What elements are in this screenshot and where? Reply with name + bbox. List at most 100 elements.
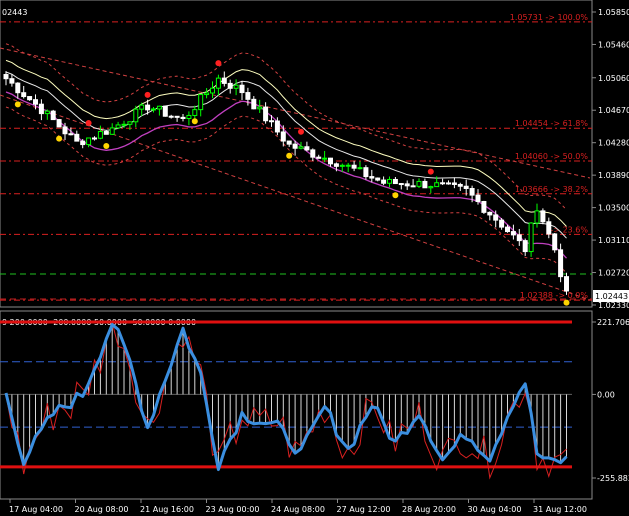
candle-body (392, 178, 398, 185)
candle-body (139, 104, 145, 110)
price-axis: 1.05850 1.05460 1.05060 1.04670 1.04280 1.038… (592, 8, 629, 310)
time-tick-label: 27 Aug 12:00 (337, 505, 391, 514)
candle-body (546, 221, 552, 235)
time-tick-label: 30 Aug 04:00 (468, 505, 522, 514)
candle-body (174, 115, 180, 118)
candle-body (109, 127, 115, 135)
candle-body (493, 214, 499, 221)
price-tick-label: 1.03110 (598, 236, 629, 245)
candle-body (387, 178, 392, 184)
candle-body (375, 177, 381, 181)
candle-body (333, 163, 339, 167)
time-tick-label: 17 Aug 04:00 (9, 505, 63, 514)
candle-body (564, 276, 569, 292)
indicator-panel[interactable] (0, 310, 593, 500)
candle-body (274, 120, 280, 133)
candle-body (534, 210, 540, 224)
price-tick-label: 1.02330 (598, 301, 629, 310)
buy-signal-dot (563, 299, 570, 306)
candle-body (487, 211, 493, 216)
fib-label: 1.04060 -> 50.0% (515, 152, 589, 161)
candle-body (516, 234, 522, 242)
candle-body (463, 185, 469, 189)
candle-body (151, 108, 156, 111)
candle-body (145, 104, 151, 111)
candle-body (510, 231, 516, 236)
price-tick-label: 1.05850 (598, 8, 629, 17)
candle-body (398, 183, 404, 186)
symbol-label: 02443 (2, 8, 27, 17)
candle-body (56, 119, 62, 128)
candle-body (505, 226, 510, 233)
time-axis: 17 Aug 04:00 20 Aug 08:00 21 Aug 16:00 23 A… (9, 499, 587, 514)
candle-body (298, 146, 304, 149)
candle-body (168, 115, 174, 118)
candle-body (410, 185, 416, 188)
time-tick-label: 31 Aug 12:00 (533, 505, 587, 514)
price-tick-label: 1.05060 (598, 74, 629, 83)
candle-body (345, 164, 351, 167)
price-tick-label: 1.05460 (598, 40, 629, 49)
candle-body (269, 120, 274, 123)
price-tick-label: 1.04280 (598, 139, 629, 148)
candle-body (227, 82, 233, 89)
candle-body (103, 131, 109, 135)
candle-body (328, 157, 333, 165)
trading-chart[interactable]: 02443 9 200.0000 -200.0000 50.0000 -50.0… (0, 0, 629, 516)
candle-body (451, 182, 457, 185)
sell-signal-dot (144, 91, 151, 98)
candle-body (552, 233, 558, 251)
time-tick-label: 23 Aug 00:00 (206, 505, 260, 514)
fib-label: -> 23.6% (550, 225, 588, 234)
candle-body (292, 143, 298, 149)
candle-body (133, 108, 139, 123)
indicator-tick-label: 0.00 (597, 390, 615, 399)
buy-signal-dot (103, 142, 110, 149)
buy-signal-dot (191, 118, 198, 125)
fib-label: 1.05731 -> 100.0% (510, 13, 589, 22)
time-tick-label: 21 Aug 16:00 (140, 505, 194, 514)
candle-body (121, 123, 127, 126)
candle-body (481, 201, 487, 213)
candle-body (540, 210, 546, 223)
time-tick-label: 24 Aug 08:00 (271, 505, 325, 514)
candle-body (68, 133, 74, 136)
candle-body (44, 110, 50, 115)
candle-body (499, 219, 505, 228)
indicator-axis: 221.706 0.00 -255.883 (592, 318, 629, 483)
candle-body (416, 180, 422, 187)
candle-body (97, 131, 103, 139)
fib-label: 1.03666 -> 38.2% (515, 185, 589, 194)
candle-body (80, 140, 86, 146)
price-tick-label: 1.03890 (598, 171, 629, 180)
candle-body (446, 182, 451, 185)
candle-body (86, 137, 92, 146)
candle-body (127, 121, 133, 125)
candle-body (558, 249, 564, 278)
candle-body (322, 157, 328, 160)
candle-body (257, 106, 263, 110)
sell-signal-dot (427, 168, 434, 175)
candle-body (422, 180, 428, 189)
time-tick-label: 20 Aug 08:00 (75, 505, 129, 514)
candle-body (245, 92, 251, 100)
current-price-label: 1.02443 (595, 292, 628, 301)
candle-body (186, 114, 192, 119)
candle-body (457, 183, 463, 187)
candle-body (304, 146, 310, 151)
price-panel[interactable] (0, 0, 593, 308)
fib-label: 1.04454 -> 61.8% (515, 119, 589, 128)
candle-body (428, 186, 434, 189)
sell-signal-dot (85, 119, 92, 126)
candle-body (316, 156, 322, 159)
candle-body (15, 82, 21, 94)
candle-body (381, 179, 387, 184)
candle-body (469, 187, 475, 196)
candle-body (528, 222, 534, 253)
sell-signal-dot (298, 128, 304, 135)
candle-body (251, 98, 257, 110)
candle-body (233, 84, 239, 89)
candle-body (357, 167, 363, 170)
candle-body (286, 140, 292, 145)
sell-signal-dot (215, 60, 222, 67)
